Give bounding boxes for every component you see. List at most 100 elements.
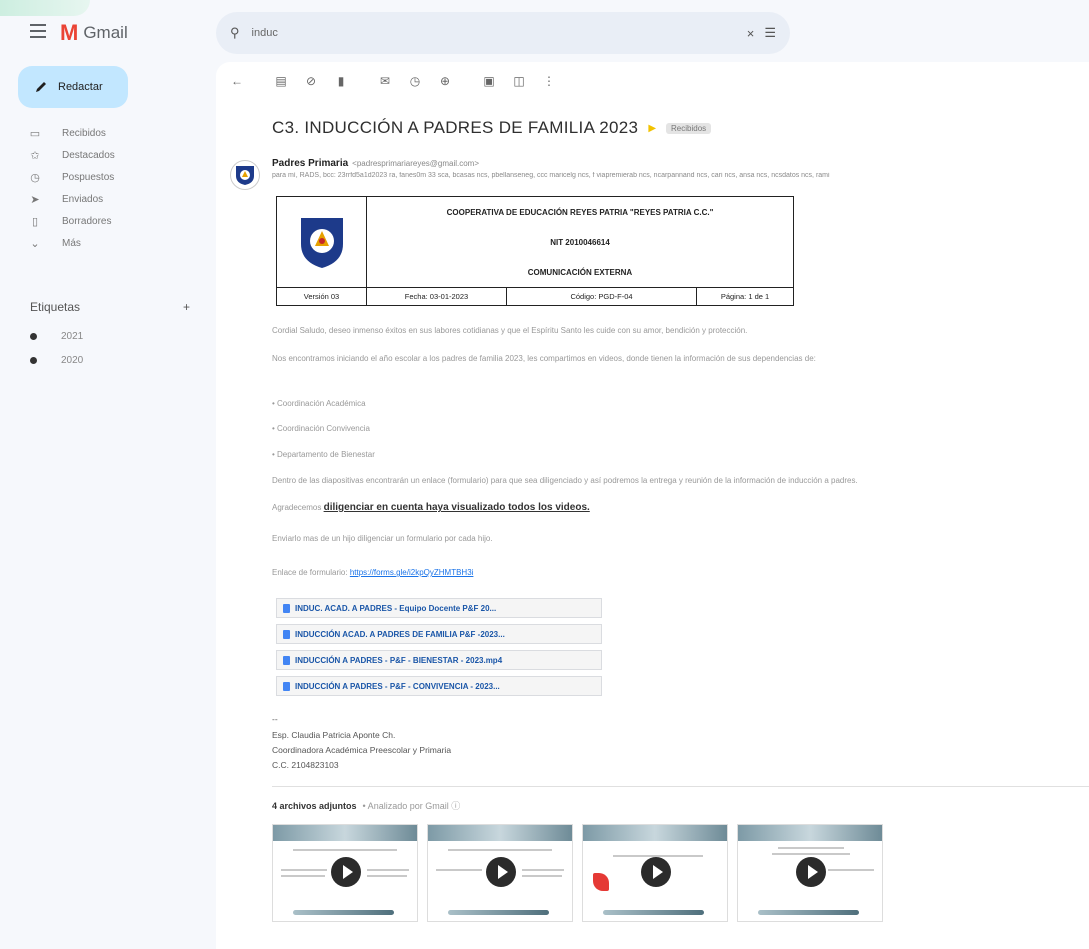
video-attachment-thumbnail[interactable] — [427, 824, 573, 922]
search-input[interactable] — [249, 26, 737, 40]
doc-type: COMUNICACIÓN EXTERNA — [527, 267, 633, 277]
gmail-logo[interactable]: M Gmail — [60, 20, 128, 46]
sidebar-nav: ▭ Recibidos ✩ Destacados ◷ Pospuestos ➤ Enviado… — [28, 122, 208, 254]
play-icon[interactable] — [331, 857, 361, 887]
bullet-item: • Coordinación Convivencia — [272, 424, 370, 433]
message-pane: ← ▤ ⊘ ▮ ✉ ◷ ⊕ ▣ ◫ ⋮ C3. INDUCCIÓN A PADR… — [216, 62, 1089, 949]
attachments-divider — [272, 786, 1089, 787]
sidebar-item-label: Borradores — [62, 215, 112, 227]
video-attachment-thumbnail[interactable] — [582, 824, 728, 922]
back-arrow-icon[interactable]: ← — [230, 74, 244, 88]
sidebar-item[interactable]: ✩ Destacados — [28, 144, 208, 166]
sidebar-item[interactable]: ➤ Enviados — [28, 188, 208, 210]
document-header-meta: Versión 03 Fecha: 03-01-2023 Código: PGD… — [277, 287, 793, 305]
labels-heading: Etiquetas — [30, 300, 81, 314]
subject-line: C3. INDUCCIÓN A PADRES DE FAMILIA 2023 ▶… — [272, 118, 712, 138]
attachments-count: 4 archivos adjuntos — [272, 801, 357, 811]
play-icon[interactable] — [486, 857, 516, 887]
drive-attachment-chip[interactable]: INDUCCIÓN ACAD. A PADRES DE FAMILIA P&F … — [276, 624, 602, 644]
bullet-item: • Departamento de Bienestar — [272, 450, 375, 459]
signature-name: Esp. Claudia Patricia Aponte Ch. — [272, 730, 396, 740]
signature-dash: -- — [272, 714, 278, 724]
sender-avatar[interactable] — [230, 160, 260, 190]
add-task-icon[interactable]: ⊕ — [438, 74, 452, 88]
star-icon: ✩ — [30, 149, 40, 162]
recipients-line[interactable]: para mí, RADS, bcc: 23rrfd5a1d2023 ra, f… — [272, 172, 1082, 179]
label-name: 2020 — [61, 354, 84, 366]
email-subject: C3. INDUCCIÓN A PADRES DE FAMILIA 2023 — [272, 118, 639, 137]
sidebar-item-label: Destacados — [62, 149, 115, 161]
body-paragraph-link: Enlace de formulario: https://forms.gle/… — [272, 568, 474, 577]
draft-icon: ▯ — [31, 215, 39, 228]
video-attachment-thumbnail[interactable] — [737, 824, 883, 922]
doc-institution: COOPERATIVA DE EDUCACIÓN REYES PATRIA "R… — [446, 207, 714, 217]
sidebar-item[interactable]: ▭ Recibidos — [28, 122, 208, 144]
search-bar[interactable]: ⚲ × ☰ — [216, 12, 790, 54]
attachments-header: 4 archivos adjuntos • Analizado por Gmail… — [272, 799, 460, 812]
document-header-table: COOPERATIVA DE EDUCACIÓN REYES PATRIA "R… — [276, 196, 794, 306]
report-spam-icon[interactable]: ⊘ — [304, 74, 318, 88]
label-icon[interactable]: ◫ — [512, 74, 526, 88]
doc-page: Página: 1 de 1 — [720, 292, 770, 301]
form-link[interactable]: https://forms.gle/i2kpQyZHMTBH3i — [350, 568, 474, 577]
request-emphasis: diligenciar en cuenta haya visualizado t… — [323, 502, 590, 513]
sidebar-item-label: Pospuestos — [62, 171, 115, 183]
document-header-text: COOPERATIVA DE EDUCACIÓN REYES PATRIA "R… — [367, 197, 793, 287]
search-icon[interactable]: ⚲ — [230, 25, 240, 41]
doc-date: Fecha: 03-01-2023 — [367, 288, 507, 305]
drive-file-icon — [283, 629, 290, 639]
sidebar-item-label: Más — [62, 237, 81, 249]
labels-header: Etiquetas + — [30, 300, 190, 314]
school-logo — [277, 197, 367, 287]
label-dot-icon — [30, 356, 37, 364]
send-icon: ➤ — [30, 193, 40, 206]
archive-icon[interactable]: ▤ — [274, 74, 288, 88]
sidebar-item[interactable]: ⌄ Más — [28, 232, 208, 254]
label-dot-icon — [30, 332, 37, 340]
body-paragraph-form: Dentro de las diapositivas encontrarán u… — [272, 476, 858, 485]
compose-label: Redactar — [58, 81, 103, 93]
sender-email: <padresprimariareyes@gmail.com> — [352, 159, 480, 168]
play-icon[interactable] — [641, 857, 671, 887]
move-to-icon[interactable]: ▣ — [482, 74, 496, 88]
search-options-icon[interactable]: ☰ — [764, 25, 776, 41]
snooze-icon[interactable]: ◷ — [408, 74, 422, 88]
inbox-icon: ▭ — [29, 127, 41, 140]
drive-attachment-chip[interactable]: INDUC. ACAD. A PADRES - Equipo Docente P… — [276, 598, 602, 618]
decorative-swoosh — [0, 0, 90, 16]
more-options-icon[interactable]: ⋮ — [542, 74, 556, 88]
clock-icon: ◷ — [30, 171, 40, 184]
main-menu-icon[interactable] — [30, 24, 46, 38]
attachments-scan-note[interactable]: • Analizado por Gmail ⓘ — [363, 801, 461, 811]
sidebar-item-label: Enviados — [62, 193, 104, 205]
sidebar-item[interactable]: ▯ Borradores — [28, 210, 208, 232]
doc-code: Código: PGD-F-04 — [507, 288, 697, 305]
mark-unread-icon[interactable]: ✉ — [378, 74, 392, 88]
inbox-label-chip[interactable]: Recibidos — [666, 122, 712, 134]
label-item[interactable]: 2020 — [30, 348, 83, 372]
drive-attachment-chip[interactable]: INDUCCIÓN A PADRES - P&F - BIENESTAR - 2… — [276, 650, 602, 670]
drive-file-icon — [283, 603, 290, 613]
sidebar-item[interactable]: ◷ Pospuestos — [28, 166, 208, 188]
message-toolbar: ← ▤ ⊘ ▮ ✉ ◷ ⊕ ▣ ◫ ⋮ — [230, 74, 556, 88]
clear-search-icon[interactable]: × — [747, 26, 755, 41]
drive-attachment-chip[interactable]: INDUCCIÓN A PADRES - P&F - CONVIVENCIA -… — [276, 676, 602, 696]
sender-name[interactable]: Padres Primaria — [272, 158, 348, 169]
doc-version: Versión 03 — [277, 288, 367, 305]
labels-list: 2021 2020 — [30, 324, 83, 372]
sender-line: Padres Primaria <padresprimariareyes@gmai… — [272, 158, 479, 169]
drive-file-icon — [283, 681, 290, 691]
important-marker-icon[interactable]: ▶ — [648, 123, 656, 134]
signature-role: Coordinadora Académica Preescolar y Prim… — [272, 745, 452, 755]
body-paragraph-request: Agradecemos diligenciar en cuenta haya v… — [272, 502, 590, 513]
chevron-down-icon: ⌄ — [30, 237, 40, 250]
label-item[interactable]: 2021 — [30, 324, 83, 348]
pencil-icon — [36, 82, 46, 92]
play-icon[interactable] — [796, 857, 826, 887]
video-attachment-thumbnail[interactable] — [272, 824, 418, 922]
compose-button[interactable]: Redactar — [18, 66, 128, 108]
delete-icon[interactable]: ▮ — [334, 74, 348, 88]
doc-nit: NIT 2010046614 — [550, 237, 610, 247]
add-label-button[interactable]: + — [183, 300, 190, 314]
school-shield-icon — [300, 218, 343, 268]
